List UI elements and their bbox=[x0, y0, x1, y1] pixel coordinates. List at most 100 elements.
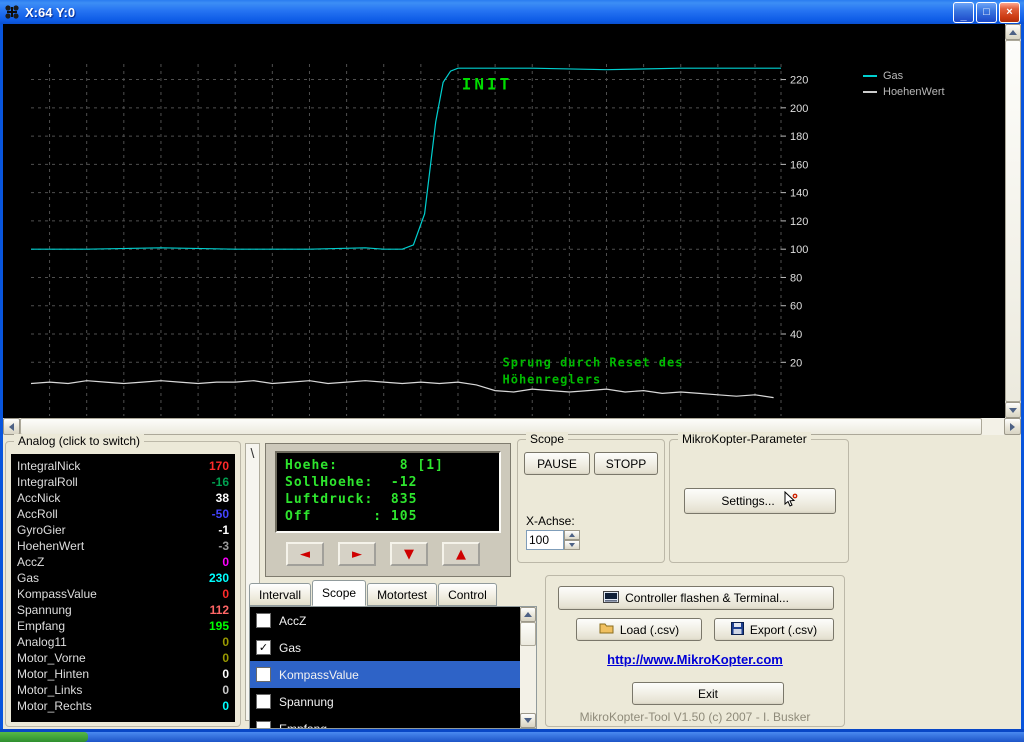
exit-button[interactable]: Exit bbox=[632, 682, 784, 705]
checkmark-icon: ✓ bbox=[259, 641, 268, 654]
scrollbar-thumb[interactable] bbox=[520, 622, 536, 646]
close-button[interactable]: × bbox=[999, 2, 1020, 23]
tab-control[interactable]: Control bbox=[438, 583, 497, 606]
channel-label: Spannung bbox=[279, 695, 334, 709]
analog-label: IntegralRoll bbox=[17, 474, 78, 490]
export-csv-button[interactable]: Export (.csv) bbox=[714, 618, 834, 641]
svg-text:160: 160 bbox=[790, 159, 808, 171]
start-button-fragment[interactable] bbox=[0, 732, 88, 742]
lcd-left-button[interactable]: ◄ bbox=[286, 542, 324, 566]
analog-value: 230 bbox=[209, 570, 229, 586]
spinner-down-button[interactable] bbox=[564, 540, 580, 550]
lcd-up-button[interactable]: ▲ bbox=[442, 542, 480, 566]
analog-row[interactable]: IntegralNick170 bbox=[11, 458, 235, 474]
analog-label: Motor_Vorne bbox=[17, 650, 86, 666]
checkbox[interactable] bbox=[256, 721, 271, 729]
parameter-panel: MikroKopter-Parameter Settings... bbox=[669, 439, 849, 563]
analog-value: 0 bbox=[222, 650, 229, 666]
analog-label: AccNick bbox=[17, 490, 60, 506]
scroll-up-button[interactable] bbox=[1005, 24, 1021, 40]
lcd-down-button[interactable]: ▼ bbox=[390, 542, 428, 566]
analog-row[interactable]: AccRoll-50 bbox=[11, 506, 235, 522]
analog-row[interactable]: Empfang195 bbox=[11, 618, 235, 634]
x-axis-input[interactable] bbox=[526, 530, 564, 550]
scroll-left-button[interactable] bbox=[3, 418, 20, 435]
channel-label: AccZ bbox=[279, 614, 306, 628]
analog-row[interactable]: HoehenWert-3 bbox=[11, 538, 235, 554]
parameter-panel-title: MikroKopter-Parameter bbox=[678, 432, 811, 446]
analog-row[interactable]: Spannung 112 bbox=[11, 602, 235, 618]
mikrokopter-link[interactable]: http://www.MikroKopter.com bbox=[546, 652, 844, 667]
scrollbar-thumb[interactable] bbox=[20, 418, 982, 435]
app-icon bbox=[4, 4, 20, 20]
analog-row[interactable]: Motor_Vorne 0 bbox=[11, 650, 235, 666]
analog-value: 0 bbox=[222, 682, 229, 698]
channel-row[interactable]: AccZ bbox=[250, 607, 536, 634]
scroll-down-button[interactable] bbox=[1005, 402, 1021, 418]
arrow-right-icon bbox=[1010, 423, 1015, 431]
legend-label: Gas bbox=[883, 70, 903, 82]
lcd-right-button[interactable]: ► bbox=[338, 542, 376, 566]
checkbox[interactable] bbox=[256, 613, 271, 628]
version-text: MikroKopter-Tool V1.50 (c) 2007 - I. Bus… bbox=[546, 710, 844, 724]
analog-value: 0 bbox=[222, 698, 229, 714]
analog-label: AccZ bbox=[17, 554, 44, 570]
arrow-down-icon bbox=[1009, 408, 1017, 413]
legend-swatch bbox=[863, 75, 877, 77]
checkbox[interactable] bbox=[256, 694, 271, 709]
analog-label: KompassValue bbox=[17, 586, 97, 602]
tab-motortest[interactable]: Motortest bbox=[367, 583, 437, 606]
checkbox[interactable]: ✓ bbox=[256, 640, 271, 655]
svg-text:100: 100 bbox=[790, 244, 808, 256]
scrollbar-thumb[interactable] bbox=[1005, 40, 1021, 402]
taskbar[interactable] bbox=[0, 732, 1024, 742]
svg-text:220: 220 bbox=[790, 75, 808, 87]
svg-text:180: 180 bbox=[790, 131, 808, 143]
analog-row[interactable]: IntegralRoll-16 bbox=[11, 474, 235, 490]
load-csv-button[interactable]: Load (.csv) bbox=[576, 618, 702, 641]
analog-row[interactable]: Gas 230 bbox=[11, 570, 235, 586]
scroll-up-button[interactable] bbox=[520, 607, 536, 622]
channel-row[interactable]: Empfang bbox=[250, 715, 536, 729]
stop-button[interactable]: STOPP bbox=[594, 452, 658, 475]
arrow-up-icon bbox=[1009, 30, 1017, 35]
lcd-line: SollHoehe: -12 bbox=[285, 474, 491, 491]
analog-value: 112 bbox=[210, 602, 229, 618]
svg-text:20: 20 bbox=[790, 357, 802, 369]
spinner-up-button[interactable] bbox=[564, 530, 580, 540]
analog-label: Empfang bbox=[17, 618, 65, 634]
tab-scope[interactable]: Scope bbox=[312, 580, 366, 606]
analog-value: 0 bbox=[222, 634, 229, 650]
analog-row[interactable]: Motor_Rechts0 bbox=[11, 698, 235, 714]
flash-terminal-button[interactable]: Controller flashen & Terminal... bbox=[558, 586, 834, 610]
analog-row[interactable]: Motor_Hinten0 bbox=[11, 666, 235, 682]
minimize-button[interactable]: _ bbox=[953, 2, 974, 23]
scroll-down-button[interactable] bbox=[520, 713, 536, 728]
tab-intervall[interactable]: Intervall bbox=[249, 583, 311, 606]
cursor-icon bbox=[781, 491, 799, 512]
channel-row[interactable]: ✓ Gas bbox=[250, 634, 536, 661]
pause-button[interactable]: PAUSE bbox=[524, 452, 590, 475]
analog-row[interactable]: Motor_Links0 bbox=[11, 682, 235, 698]
chart-horizontal-scrollbar[interactable] bbox=[3, 418, 1021, 435]
analog-row[interactable]: GyroGier-1 bbox=[11, 522, 235, 538]
settings-button[interactable]: Settings... bbox=[684, 488, 836, 514]
analog-value: 0 bbox=[222, 586, 229, 602]
channel-list-scrollbar[interactable] bbox=[520, 607, 536, 728]
chart-vertical-scrollbar[interactable] bbox=[1005, 24, 1021, 418]
checkbox[interactable] bbox=[256, 667, 271, 682]
maximize-button[interactable]: □ bbox=[976, 2, 997, 23]
channel-label: KompassValue bbox=[279, 668, 359, 682]
analog-row[interactable]: AccZ 0 bbox=[11, 554, 235, 570]
analog-value: 0 bbox=[222, 554, 229, 570]
channel-row[interactable]: Spannung bbox=[250, 688, 536, 715]
analog-label: Motor_Hinten bbox=[17, 666, 89, 682]
analog-row[interactable]: Analog110 bbox=[11, 634, 235, 650]
channel-row[interactable]: KompassValue bbox=[250, 661, 536, 688]
scroll-right-button[interactable] bbox=[1004, 418, 1021, 435]
analog-row[interactable]: KompassValue 0 bbox=[11, 586, 235, 602]
analog-label: Spannung bbox=[17, 602, 72, 618]
analog-label: Gas bbox=[17, 570, 39, 586]
analog-row[interactable]: AccNick38 bbox=[11, 490, 235, 506]
legend-swatch bbox=[863, 91, 877, 93]
